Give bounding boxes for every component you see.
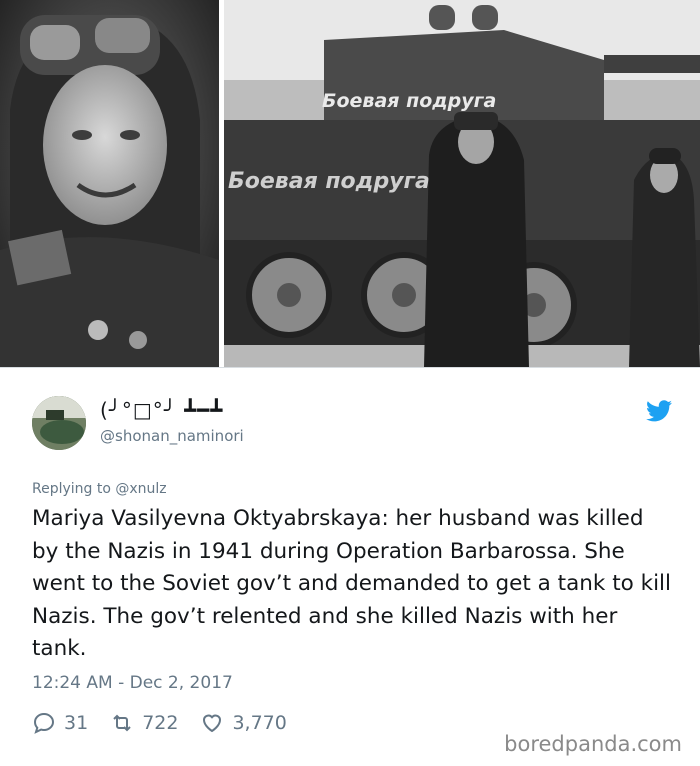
tank-photo: Боевая подруга Боевая подруга	[224, 0, 700, 367]
replying-to[interactable]: Replying to @xnulz	[32, 481, 167, 497]
retweet-count: 722	[142, 712, 179, 734]
tank-slogan-side: Боевая подруга	[228, 169, 430, 194]
like-button[interactable]: 3,770	[200, 711, 287, 735]
like-icon	[203, 714, 222, 733]
handle[interactable]: @shonan_naminori	[100, 427, 244, 445]
retweet-icon	[113, 714, 131, 732]
watermark: boredpanda.com	[504, 732, 682, 756]
display-name[interactable]: (╯°□°╯ ┻━┻	[100, 398, 223, 422]
tweet-header: (╯°□°╯ ┻━┻ @shonan_naminori	[32, 396, 672, 456]
twitter-bird-icon[interactable]	[646, 400, 672, 422]
photo-collage: Боевая подруга Боевая подруга	[0, 0, 700, 367]
retweet-button[interactable]: 722	[110, 711, 178, 735]
portrait-photo	[0, 0, 219, 367]
tank-slogan: Боевая подруга	[322, 90, 496, 112]
like-count: 3,770	[232, 712, 287, 734]
divider	[0, 367, 700, 368]
reply-button[interactable]: 31	[32, 711, 88, 735]
avatar[interactable]	[32, 396, 86, 450]
reply-icon	[33, 712, 55, 734]
tweet-text: Mariya Vasilyevna Oktyabrskaya: her husb…	[32, 506, 671, 661]
tweet-actions: 31 722 3,770	[32, 709, 309, 737]
reply-count: 31	[64, 712, 89, 734]
timestamp[interactable]: 12:24 AM - Dec 2, 2017	[32, 673, 233, 693]
